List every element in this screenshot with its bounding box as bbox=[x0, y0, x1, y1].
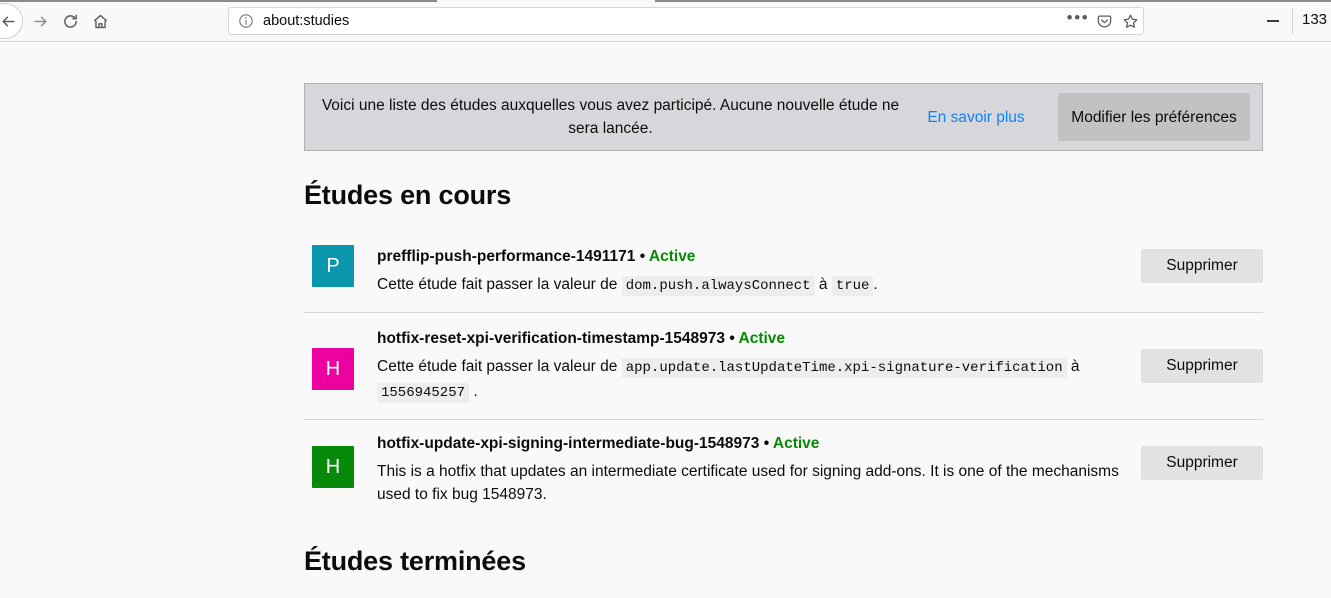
study-separator: • bbox=[639, 248, 646, 265]
study-avatar: P bbox=[312, 245, 354, 287]
completed-studies-heading: Études terminées bbox=[304, 546, 526, 576]
star-icon[interactable] bbox=[1117, 8, 1143, 34]
remove-study-button[interactable]: Supprimer bbox=[1141, 249, 1263, 283]
current-studies-heading: Études en cours bbox=[304, 180, 512, 210]
studies-notification-banner: Voici une liste des études auxquelles vo… bbox=[304, 83, 1263, 151]
study-description: Cette étude fait passer la valeur de dom… bbox=[377, 273, 1123, 298]
pref-value: 1556945257 bbox=[377, 383, 470, 403]
study-details: hotfix-update-xpi-signing-intermediate-b… bbox=[377, 432, 1123, 506]
description-middle: à bbox=[1070, 358, 1080, 375]
study-separator: • bbox=[763, 435, 770, 452]
zoom-level-indicator: 133 % bbox=[1302, 11, 1331, 28]
study-status-badge: Active bbox=[738, 330, 786, 347]
minimize-icon[interactable] bbox=[1262, 13, 1284, 29]
study-avatar: H bbox=[312, 348, 354, 390]
pref-name: dom.push.alwaysConnect bbox=[621, 276, 815, 296]
home-icon[interactable] bbox=[88, 9, 112, 33]
reload-icon[interactable] bbox=[58, 9, 82, 33]
description-prefix: Cette étude fait passer la valeur de bbox=[377, 358, 618, 375]
chrome-divider bbox=[1292, 8, 1293, 34]
learn-more-link[interactable]: En savoir plus bbox=[922, 106, 1030, 129]
description-middle: à bbox=[818, 276, 828, 293]
info-circle-icon[interactable] bbox=[238, 13, 254, 29]
url-bar[interactable]: about:studies ••• bbox=[228, 7, 1144, 35]
description-suffix: . bbox=[473, 383, 478, 400]
remove-study-button[interactable]: Supprimer bbox=[1141, 349, 1263, 383]
url-text[interactable]: about:studies bbox=[263, 13, 1065, 29]
study-avatar-letter: H bbox=[325, 455, 341, 478]
study-header: hotfix-update-xpi-signing-intermediate-b… bbox=[377, 433, 1123, 454]
study-description: This is a hotfix that updates an interme… bbox=[377, 463, 1119, 503]
study-details: prefflip-push-performance-1491171 • Acti… bbox=[377, 245, 1123, 298]
forward-arrow-icon[interactable] bbox=[28, 9, 52, 33]
ellipsis-icon[interactable]: ••• bbox=[1065, 8, 1091, 34]
pocket-icon[interactable] bbox=[1091, 8, 1117, 34]
study-description: Cette étude fait passer la valeur de app… bbox=[377, 355, 1123, 405]
current-studies-list: P prefflip-push-performance-1491171 • Ac… bbox=[304, 229, 1263, 520]
study-separator: • bbox=[729, 330, 735, 347]
browser-chrome: about:studies ••• 133 % bbox=[0, 0, 1331, 42]
study-name: hotfix-reset-xpi-verification-timestamp-… bbox=[377, 330, 726, 347]
remove-study-button[interactable]: Supprimer bbox=[1141, 446, 1263, 480]
study-avatar-letter: H bbox=[325, 357, 341, 380]
study-details: hotfix-reset-xpi-verification-timestamp-… bbox=[377, 327, 1123, 405]
content-column: Voici une liste des études auxquelles vo… bbox=[304, 42, 1263, 577]
study-header: hotfix-reset-xpi-verification-timestamp-… bbox=[377, 328, 1123, 349]
study-row: H hotfix-update-xpi-signing-intermediate… bbox=[304, 420, 1263, 520]
about-studies-page: Voici une liste des études auxquelles vo… bbox=[0, 42, 1331, 597]
study-avatar: H bbox=[312, 446, 354, 488]
banner-message: Voici une liste des études auxquelles vo… bbox=[321, 97, 900, 137]
study-row: P prefflip-push-performance-1491171 • Ac… bbox=[304, 229, 1263, 313]
modify-preferences-button[interactable]: Modifier les préférences bbox=[1058, 93, 1250, 141]
tab-strip-remnant-right bbox=[655, 0, 1331, 2]
description-suffix: . bbox=[873, 276, 878, 293]
study-name: prefflip-push-performance-1491171 bbox=[377, 248, 636, 265]
tab-strip-remnant-left bbox=[0, 0, 437, 2]
study-header: prefflip-push-performance-1491171 • Acti… bbox=[377, 246, 1123, 267]
study-status-badge: Active bbox=[772, 435, 820, 452]
study-name: hotfix-update-xpi-signing-intermediate-b… bbox=[377, 435, 760, 452]
pref-name: app.update.lastUpdateTime.xpi-signature-… bbox=[621, 358, 1067, 378]
pref-value: true bbox=[831, 276, 874, 296]
study-status-badge: Active bbox=[648, 248, 696, 265]
description-prefix: Cette étude fait passer la valeur de bbox=[377, 276, 618, 293]
back-arrow-icon[interactable] bbox=[0, 9, 20, 33]
study-avatar-letter: P bbox=[326, 254, 340, 277]
study-row: H hotfix-reset-xpi-verification-timestam… bbox=[304, 313, 1263, 420]
